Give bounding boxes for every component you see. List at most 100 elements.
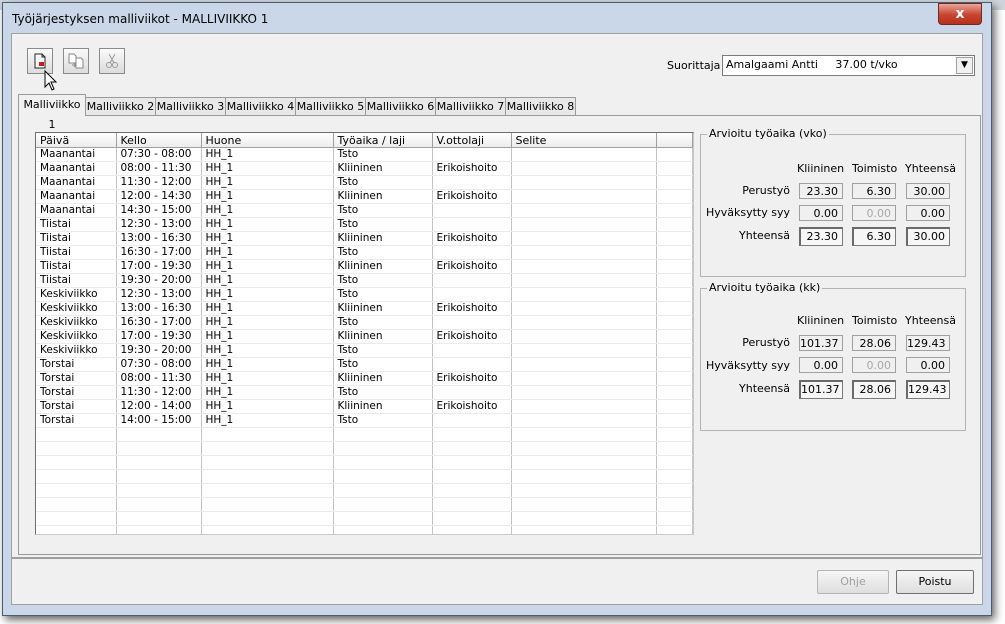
table-row[interactable]: Keskiviikko 17:00 - 19:30 HH_1 Kliininen Eri…: [36, 329, 693, 344]
tab-malliviikko-7[interactable]: Malliviikko 7: [435, 97, 506, 115]
tab-malliviikko-2[interactable]: Malliviikko 2: [85, 97, 156, 115]
table-row[interactable]: Maanantai 07:30 - 08:00 HH_1 Tsto: [36, 147, 693, 162]
column-header-reception[interactable]: V.ottolaji: [432, 133, 512, 148]
close-button[interactable]: x: [938, 3, 982, 25]
cell-note: [511, 399, 657, 414]
column-header-note[interactable]: Selite: [511, 133, 657, 148]
table-row[interactable]: [36, 525, 693, 534]
tab-malliviikko-8[interactable]: Malliviikko 8: [505, 97, 576, 115]
main-panel: Suorittaja Amalgaami Antti 37.00 t/vko ▼…: [11, 33, 983, 558]
help-button[interactable]: Ohje: [817, 570, 889, 594]
cell-worktype: Tsto: [333, 315, 433, 330]
table-row[interactable]: Maanantai 14:30 - 15:00 HH_1 Tsto: [36, 203, 693, 218]
cell-reception: Erikoishoito: [432, 189, 512, 204]
cell-time: 08:00 - 11:30: [116, 371, 202, 386]
table-row[interactable]: [36, 427, 693, 442]
cell-day: Tiistai: [36, 231, 117, 246]
schedule-grid[interactable]: Päivä Kello Huone Työaika / laji V.ottol…: [35, 132, 694, 535]
cell-room: [201, 511, 334, 526]
cell-filler: [656, 259, 693, 274]
column-header-worktype[interactable]: Työaika / laji: [333, 133, 433, 148]
column-header-room[interactable]: Huone: [201, 133, 334, 148]
cell-note: [511, 259, 657, 274]
column-header-day[interactable]: Päivä: [36, 133, 117, 148]
cell-reception: Erikoishoito: [432, 329, 512, 344]
table-row[interactable]: Tiistai 19:30 - 20:00 HH_1 Tsto: [36, 273, 693, 288]
cell-room: HH_1: [201, 217, 334, 232]
table-row[interactable]: [36, 469, 693, 484]
cell-room: [201, 427, 334, 442]
cell-reception: [432, 497, 512, 512]
cell-room: HH_1: [201, 175, 334, 190]
summary-week-basic-office: 6.30: [852, 183, 896, 199]
table-row[interactable]: Torstai 11:30 - 12:00 HH_1 Tsto: [36, 385, 693, 400]
tab-malliviikko-3[interactable]: Malliviikko 3: [155, 97, 226, 115]
cut-icon: [106, 53, 118, 68]
tab-malliviikko-4[interactable]: Malliviikko 4: [225, 97, 296, 115]
cell-room: [201, 497, 334, 512]
performer-select[interactable]: Amalgaami Antti 37.00 t/vko ▼: [722, 55, 975, 76]
cell-filler: [656, 161, 693, 176]
table-row[interactable]: [36, 455, 693, 470]
cell-note: [511, 441, 657, 456]
cell-reception: [432, 455, 512, 470]
table-row[interactable]: [36, 483, 693, 498]
cell-note: [511, 273, 657, 288]
table-row[interactable]: Keskiviikko 12:30 - 13:00 HH_1 Tsto: [36, 287, 693, 302]
summary-month-total-office: 28.06: [852, 380, 896, 399]
cell-room: HH_1: [201, 161, 334, 176]
cell-worktype: Kliininen: [333, 301, 433, 316]
table-row[interactable]: Maanantai 12:00 - 14:30 HH_1 Kliininen Eriko…: [36, 189, 693, 204]
table-row[interactable]: Tiistai 16:30 - 17:00 HH_1 Tsto: [36, 245, 693, 260]
table-row[interactable]: [36, 497, 693, 512]
cut-button[interactable]: [99, 48, 125, 74]
table-row[interactable]: Torstai 14:00 - 15:00 HH_1 Tsto: [36, 413, 693, 428]
cell-filler: [656, 175, 693, 190]
table-row[interactable]: Keskiviikko 13:00 - 16:30 HH_1 Kliininen Eri…: [36, 301, 693, 316]
table-row[interactable]: Torstai 07:30 - 08:00 HH_1 Tsto: [36, 357, 693, 372]
cell-room: HH_1: [201, 399, 334, 414]
cell-reception: Erikoishoito: [432, 399, 512, 414]
table-row[interactable]: Tiistai 12:30 - 13:00 HH_1 Tsto: [36, 217, 693, 232]
table-row[interactable]: [36, 441, 693, 456]
cell-day: Keskiviikko: [36, 329, 117, 344]
chevron-down-icon[interactable]: ▼: [956, 57, 973, 74]
exit-button[interactable]: Poistu: [896, 570, 974, 594]
tab-malliviikko-5[interactable]: Malliviikko 5: [295, 97, 366, 115]
copy-button[interactable]: [63, 48, 89, 74]
cell-room: HH_1: [201, 273, 334, 288]
cell-note: [511, 385, 657, 400]
cell-note: [511, 483, 657, 498]
table-row[interactable]: Tiistai 13:00 - 16:30 HH_1 Kliininen Erikois…: [36, 231, 693, 246]
table-row[interactable]: [36, 511, 693, 526]
cell-reception: [432, 385, 512, 400]
tab-panel: Päivä Kello Huone Työaika / laji V.ottol…: [18, 115, 981, 555]
mouse-cursor-icon: [44, 70, 58, 91]
summary-week-approved-total: 0.00: [906, 205, 950, 221]
table-row[interactable]: Torstai 12:00 - 14:00 HH_1 Kliininen Erikois…: [36, 399, 693, 414]
cell-day: Tiistai: [36, 259, 117, 274]
tab-malliviikko-1[interactable]: Malliviikko 1: [18, 94, 86, 131]
cell-note: [511, 287, 657, 302]
table-row[interactable]: Maanantai 11:30 - 12:00 HH_1 Tsto: [36, 175, 693, 190]
summary-week-total-total: 30.00: [906, 227, 950, 246]
cell-worktype: [333, 511, 433, 526]
table-row[interactable]: Tiistai 17:00 - 19:30 HH_1 Kliininen Erikois…: [36, 259, 693, 274]
cell-worktype: Tsto: [333, 287, 433, 302]
cell-day: Torstai: [36, 385, 117, 400]
column-header-time[interactable]: Kello: [116, 133, 202, 148]
table-row[interactable]: Keskiviikko 16:30 - 17:00 HH_1 Tsto: [36, 315, 693, 330]
cell-time: 16:30 - 17:00: [116, 315, 202, 330]
cell-day: Maanantai: [36, 175, 117, 190]
cell-filler: [656, 371, 693, 386]
cell-room: [201, 525, 334, 534]
table-row[interactable]: Maanantai 08:00 - 11:30 HH_1 Kliininen Eriko…: [36, 161, 693, 176]
cell-filler: [656, 147, 693, 162]
cell-day: [36, 511, 117, 526]
cell-room: HH_1: [201, 413, 334, 428]
table-row[interactable]: Torstai 08:00 - 11:30 HH_1 Kliininen Erikois…: [36, 371, 693, 386]
table-row[interactable]: Keskiviikko 19:30 - 20:00 HH_1 Tsto: [36, 343, 693, 358]
tab-malliviikko-6[interactable]: Malliviikko 6: [365, 97, 436, 115]
summary-month-basic-office: 28.06: [852, 335, 896, 351]
cell-reception: [432, 413, 512, 428]
